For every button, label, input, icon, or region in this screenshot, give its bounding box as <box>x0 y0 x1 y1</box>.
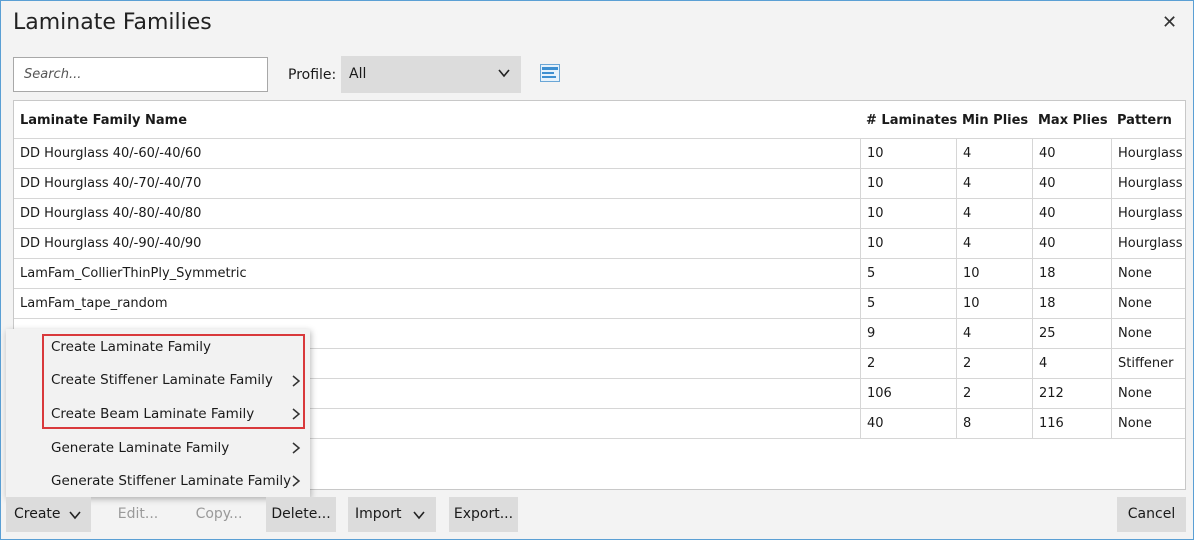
chevron-right-icon <box>292 408 301 420</box>
cell-min-plies: 4 <box>956 139 1032 168</box>
cell-pattern: None <box>1111 379 1185 408</box>
cell-min-plies: 10 <box>956 289 1032 318</box>
edit-button[interactable]: Edit... <box>107 497 169 532</box>
table-row[interactable]: LamFam_CollierThinPly_Symmetric 5 10 18 … <box>14 258 1185 288</box>
profile-value: All <box>349 66 367 82</box>
chevron-down-icon <box>413 511 425 520</box>
cell-laminates: 10 <box>860 199 956 228</box>
table-row[interactable]: LamFam_tape_random 5 10 18 None <box>14 288 1185 318</box>
cell-min-plies: 2 <box>956 349 1032 378</box>
cell-max-plies: 25 <box>1032 319 1111 348</box>
column-header-laminates[interactable]: # Laminates <box>866 101 957 138</box>
cell-max-plies: 116 <box>1032 409 1111 438</box>
column-header-pattern[interactable]: Pattern <box>1117 101 1172 138</box>
menu-item-generate-stiffener-laminate-family[interactable]: Generate Stiffener Laminate Family <box>51 473 291 489</box>
cell-min-plies: 10 <box>956 259 1032 288</box>
column-header-max-plies[interactable]: Max Plies <box>1038 101 1108 138</box>
menu-item-create-beam-laminate-family[interactable]: Create Beam Laminate Family <box>51 406 254 422</box>
dialog-title: Laminate Families <box>13 10 212 35</box>
chevron-down-icon <box>498 69 510 78</box>
cell-laminates: 40 <box>860 409 956 438</box>
cell-laminates: 10 <box>860 169 956 198</box>
cell-min-plies: 2 <box>956 379 1032 408</box>
cell-pattern: Hourglass <box>1111 139 1185 168</box>
cell-max-plies: 212 <box>1032 379 1111 408</box>
close-icon[interactable]: ✕ <box>1162 12 1177 33</box>
profile-label: Profile: <box>288 67 337 83</box>
cell-max-plies: 40 <box>1032 199 1111 228</box>
menu-item-create-stiffener-laminate-family[interactable]: Create Stiffener Laminate Family <box>51 372 273 388</box>
cell-max-plies: 18 <box>1032 289 1111 318</box>
cell-max-plies: 40 <box>1032 229 1111 258</box>
search-input[interactable] <box>13 57 268 92</box>
cell-pattern: Hourglass <box>1111 169 1185 198</box>
cell-laminates: 5 <box>860 289 956 318</box>
cell-max-plies: 4 <box>1032 349 1111 378</box>
create-context-menu: Create Laminate Family Create Stiffener … <box>6 329 310 497</box>
cell-name: LamFam_CollierThinPly_Symmetric <box>20 266 247 281</box>
table-row[interactable]: DD Hourglass 40/-70/-40/70 10 4 40 Hourg… <box>14 168 1185 198</box>
copy-button[interactable]: Copy... <box>184 497 254 532</box>
menu-item-generate-laminate-family[interactable]: Generate Laminate Family <box>51 440 229 456</box>
chevron-right-icon <box>292 475 301 487</box>
cell-name: LamFam_tape_random <box>20 296 168 311</box>
cell-laminates: 2 <box>860 349 956 378</box>
chevron-right-icon <box>292 375 301 387</box>
cell-min-plies: 4 <box>956 229 1032 258</box>
cell-pattern: Hourglass <box>1111 199 1185 228</box>
create-button-label: Create <box>14 506 61 522</box>
cell-name: DD Hourglass 40/-80/-40/80 <box>20 206 202 221</box>
cancel-button[interactable]: Cancel <box>1117 497 1186 532</box>
table-row[interactable]: DD Hourglass 40/-60/-40/60 10 4 40 Hourg… <box>14 138 1185 168</box>
cell-max-plies: 40 <box>1032 169 1111 198</box>
cell-pattern: None <box>1111 289 1185 318</box>
cell-min-plies: 8 <box>956 409 1032 438</box>
cell-max-plies: 18 <box>1032 259 1111 288</box>
menu-item-create-laminate-family[interactable]: Create Laminate Family <box>51 339 211 355</box>
create-button[interactable]: Create <box>6 497 91 532</box>
cell-laminates: 10 <box>860 139 956 168</box>
delete-button[interactable]: Delete... <box>266 497 336 532</box>
cell-pattern: Hourglass <box>1111 229 1185 258</box>
cell-name: DD Hourglass 40/-70/-40/70 <box>20 176 202 191</box>
cell-min-plies: 4 <box>956 169 1032 198</box>
cell-name: DD Hourglass 40/-60/-40/60 <box>20 146 202 161</box>
profile-dropdown[interactable]: All <box>341 56 521 93</box>
table-row[interactable]: DD Hourglass 40/-80/-40/80 10 4 40 Hourg… <box>14 198 1185 228</box>
chevron-down-icon <box>69 511 81 520</box>
column-header-name[interactable]: Laminate Family Name <box>20 101 187 138</box>
import-button-label: Import <box>355 506 402 522</box>
cell-name: DD Hourglass 40/-90/-40/90 <box>20 236 202 251</box>
cell-laminates: 5 <box>860 259 956 288</box>
cell-pattern: None <box>1111 409 1185 438</box>
cell-pattern: None <box>1111 259 1185 288</box>
cell-laminates: 10 <box>860 229 956 258</box>
cell-min-plies: 4 <box>956 319 1032 348</box>
column-header-min-plies[interactable]: Min Plies <box>962 101 1028 138</box>
cell-min-plies: 4 <box>956 199 1032 228</box>
table-row[interactable]: DD Hourglass 40/-90/-40/90 10 4 40 Hourg… <box>14 228 1185 258</box>
chevron-right-icon <box>292 442 301 454</box>
import-button[interactable]: Import <box>348 497 436 532</box>
cell-laminates: 9 <box>860 319 956 348</box>
cell-pattern: Stiffener <box>1111 349 1185 378</box>
cell-laminates: 106 <box>860 379 956 408</box>
column-layout-icon[interactable] <box>540 64 560 82</box>
cell-max-plies: 40 <box>1032 139 1111 168</box>
export-button[interactable]: Export... <box>449 497 518 532</box>
cell-pattern: None <box>1111 319 1185 348</box>
